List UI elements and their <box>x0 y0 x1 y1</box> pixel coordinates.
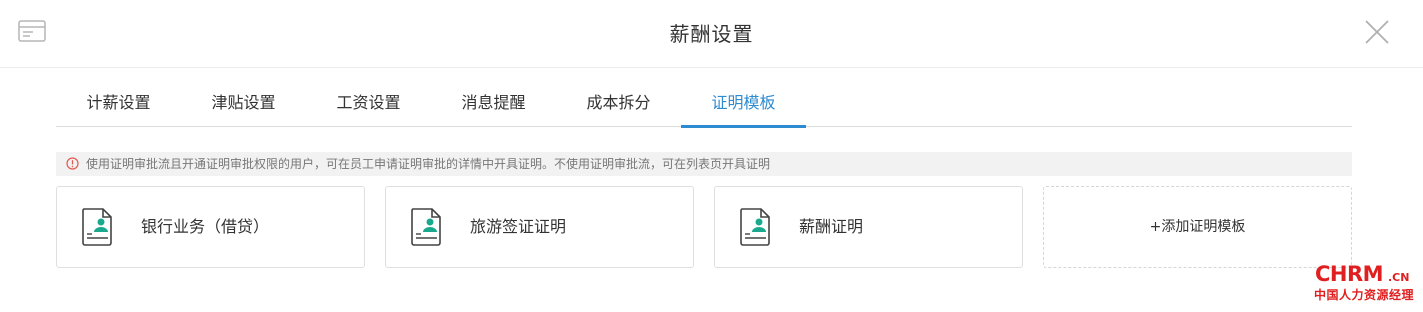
template-card-bank-loan[interactable]: 银行业务（借贷） <box>56 186 365 268</box>
certificate-icon <box>82 208 112 246</box>
tab-payroll-calc[interactable]: 计薪设置 <box>56 80 181 126</box>
certificate-icon <box>411 208 441 246</box>
modal-header: 薪酬设置 <box>0 0 1423 68</box>
tab-certificate-templates[interactable]: 证明模板 <box>681 80 806 128</box>
tab-salary[interactable]: 工资设置 <box>306 80 431 126</box>
template-label: 薪酬证明 <box>799 217 864 236</box>
add-template-button[interactable]: +添加证明模板 <box>1043 186 1352 268</box>
logo-suffix-text: .CN <box>1388 271 1410 284</box>
info-icon <box>66 157 79 170</box>
tab-notifications[interactable]: 消息提醒 <box>431 80 556 126</box>
notice-text: 使用证明审批流且开通证明审批权限的用户，可在员工申请证明审批的详情中开具证明。不… <box>86 157 771 171</box>
logo-main-text: CHRM <box>1315 262 1384 286</box>
template-label: 银行业务（借贷） <box>141 217 270 236</box>
info-notice: 使用证明审批流且开通证明审批权限的用户，可在员工申请证明审批的详情中开具证明。不… <box>56 152 1352 176</box>
template-label: 旅游签证证明 <box>470 217 567 236</box>
template-card-travel-visa[interactable]: 旅游签证证明 <box>385 186 694 268</box>
tab-allowance[interactable]: 津贴设置 <box>181 80 306 126</box>
certificate-icon <box>740 208 770 246</box>
chrm-logo: CHRM .CN 中国人力资源经理 <box>1312 262 1416 304</box>
tab-cost-split[interactable]: 成本拆分 <box>556 80 681 126</box>
tab-bar: 计薪设置 津贴设置 工资设置 消息提醒 成本拆分 证明模板 <box>56 80 1352 128</box>
logo-sub-text: 中国人力资源经理 <box>1314 288 1415 302</box>
template-card-salary-certificate[interactable]: 薪酬证明 <box>714 186 1023 268</box>
modal-title: 薪酬设置 <box>669 22 754 46</box>
close-icon[interactable] <box>1364 19 1390 45</box>
